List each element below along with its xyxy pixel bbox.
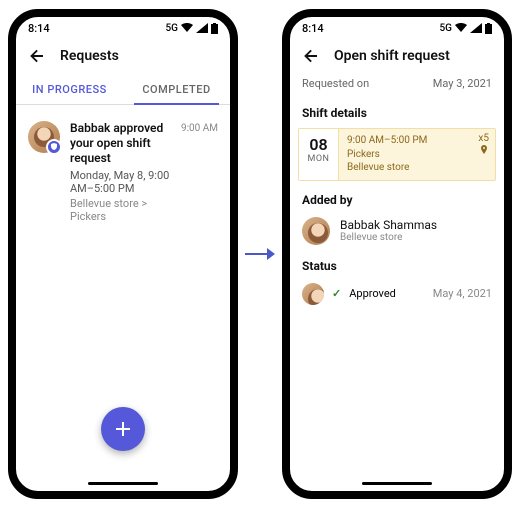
request-item-title: Babbak approved your open shift request [70, 121, 171, 166]
back-button[interactable] [302, 47, 320, 65]
status-row: ✓ Approved May 4, 2021 [290, 277, 504, 311]
phone-left: 8:14 5G Requests IN PROGRESS COMPLETED B… [8, 9, 238, 499]
battery-icon [211, 23, 218, 34]
status-date: May 4, 2021 [433, 287, 492, 300]
added-by-name: Babbak Shammas [340, 218, 437, 232]
battery-icon [485, 23, 492, 34]
status-icons: 5G [440, 23, 493, 34]
status-bar: 8:14 5G [16, 17, 230, 39]
status-net: 5G [166, 23, 179, 34]
avatar [302, 217, 330, 245]
wifi-icon [181, 23, 193, 33]
arrow-left-icon [302, 47, 320, 65]
request-item-sub: Monday, May 8, 9:00 AM–5:00 PM [70, 169, 171, 195]
home-indicator [362, 482, 432, 485]
requested-label: Requested on [302, 77, 369, 90]
shift-card[interactable]: 08 MON 9:00 AM–5:00 PM Pickers Bellevue … [298, 128, 496, 181]
shift-date: 08 MON [299, 129, 339, 180]
top-bar: Requests [16, 39, 230, 73]
request-item-crumb: Bellevue store > Pickers [70, 197, 171, 223]
tabs: IN PROGRESS COMPLETED [16, 73, 230, 105]
status-text: Approved [349, 287, 396, 300]
status-time: 8:14 [28, 22, 50, 35]
shield-badge-icon [46, 139, 62, 155]
signal-icon [470, 23, 482, 33]
request-list: Babbak approved your open shift request … [16, 105, 230, 239]
added-by-text: Babbak Shammas Bellevue store [340, 218, 437, 243]
requested-row: Requested on May 3, 2021 [290, 73, 504, 98]
requested-date: May 3, 2021 [433, 77, 492, 90]
added-by-row[interactable]: Babbak Shammas Bellevue store [290, 211, 504, 251]
fab-add[interactable] [101, 407, 145, 451]
arrow-left-icon [28, 47, 46, 65]
shift-store: Bellevue store [347, 161, 487, 175]
status-head: Status [290, 251, 504, 277]
phone-right: 8:14 5G Open shift request Requested on … [282, 9, 512, 499]
flow-arrow [245, 244, 275, 264]
status-net: 5G [440, 23, 453, 34]
top-bar: Open shift request [290, 39, 504, 73]
request-item[interactable]: Babbak approved your open shift request … [16, 111, 230, 233]
check-icon: ✓ [332, 287, 341, 300]
shift-body: 9:00 AM–5:00 PM Pickers Bellevue store x… [339, 129, 495, 180]
shift-count: x5 [478, 132, 489, 145]
status-icons: 5G [166, 23, 219, 34]
arrow-right-icon [245, 244, 275, 264]
tab-completed[interactable]: COMPLETED [123, 73, 230, 104]
avatar [302, 283, 324, 305]
back-button[interactable] [28, 47, 46, 65]
location-icon [479, 145, 489, 155]
added-by-sub: Bellevue store [340, 232, 437, 243]
shift-group: Pickers [347, 148, 487, 162]
request-item-time: 9:00 AM [181, 121, 218, 223]
plus-icon [114, 420, 132, 438]
signal-icon [196, 23, 208, 33]
avatar-wrap [28, 121, 60, 153]
shift-side: x5 [478, 132, 489, 159]
status-bar: 8:14 5G [290, 17, 504, 39]
shift-time: 9:00 AM–5:00 PM [347, 134, 487, 148]
page-title: Requests [60, 48, 119, 64]
added-by-head: Added by [290, 185, 504, 211]
home-indicator [88, 482, 158, 485]
shift-day-num: 08 [299, 135, 338, 154]
tab-in-progress[interactable]: IN PROGRESS [16, 73, 123, 104]
status-time: 8:14 [302, 22, 324, 35]
shift-details-head: Shift details [290, 98, 504, 124]
request-item-body: Babbak approved your open shift request … [70, 121, 171, 223]
page-title: Open shift request [334, 48, 450, 64]
shift-day-dow: MON [299, 154, 338, 164]
wifi-icon [455, 23, 467, 33]
